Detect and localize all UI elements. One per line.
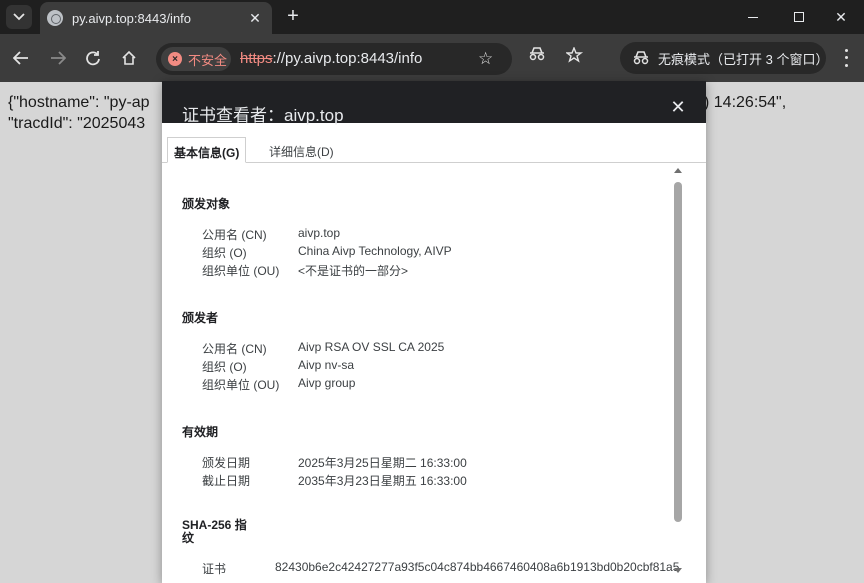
- issued-to-cn-label: 公用名 (CN): [202, 228, 267, 242]
- scrollbar-thumb[interactable]: [674, 182, 682, 522]
- issued-by-title: 颁发者: [182, 311, 219, 325]
- expires-date-value: 2035年3月23日星期五 16:33:00: [298, 474, 467, 488]
- sha256-cert-label: 证书: [202, 562, 227, 576]
- url-path: ://py.aivp.top:8443/info: [272, 50, 423, 67]
- forward-arrow-icon[interactable]: [46, 46, 70, 70]
- browser-tab[interactable]: py.aivp.top:8443/info ✕: [40, 2, 272, 34]
- issued-date-label: 颁发日期: [202, 456, 251, 470]
- issued-by-cn-label: 公用名 (CN): [202, 342, 267, 356]
- issued-to-ou-value: <不是证书的一部分>: [298, 264, 409, 278]
- json-text-line-1: {"hostname": "py-ap: [8, 94, 150, 111]
- json-text-line-2: "tracdId": "2025043: [8, 115, 146, 132]
- bookmarks-star-icon[interactable]: [564, 46, 584, 67]
- reload-icon[interactable]: [81, 46, 105, 70]
- maximize-icon: [794, 12, 804, 22]
- issued-to-ou-label: 组织单位 (OU): [202, 264, 280, 278]
- dialog-tabs: 基本信息(G) 详细信息(D): [162, 123, 706, 163]
- dialog-scrollbar[interactable]: [671, 164, 686, 583]
- incognito-indicator[interactable]: 无痕模式（已打开 3 个窗口）: [620, 42, 829, 74]
- menu-kebab-icon[interactable]: [838, 47, 854, 69]
- json-text-line-1-tail: ) 14:26:54",: [704, 94, 787, 111]
- issued-by-o-label: 组织 (O): [202, 360, 247, 374]
- globe-icon: [47, 10, 63, 26]
- validity-title: 有效期: [182, 425, 219, 439]
- not-secure-chip[interactable]: × 不安全: [161, 47, 231, 71]
- back-arrow-icon[interactable]: [9, 46, 33, 70]
- incognito-icon: [632, 51, 650, 65]
- scroll-up-arrow-icon[interactable]: [674, 168, 682, 173]
- incognito-mini-icon[interactable]: [528, 47, 546, 65]
- sha256-cert-value: 82430b6e2c42427277a93f5c04c874bb46674604…: [275, 560, 680, 574]
- certificate-viewer-dialog: 证书查看者：aivp.top ✕ 基本信息(G) 详细信息(D) 颁发对象 公用…: [162, 81, 706, 583]
- tab-details[interactable]: 详细信息(D): [263, 137, 340, 163]
- maximize-button[interactable]: [776, 0, 822, 34]
- minimize-button[interactable]: [730, 0, 776, 34]
- scroll-down-arrow-icon[interactable]: [674, 568, 682, 573]
- url-text[interactable]: https://py.aivp.top:8443/info: [240, 50, 422, 67]
- tab-title: py.aivp.top:8443/info: [72, 10, 192, 26]
- tab-general[interactable]: 基本信息(G): [167, 137, 247, 163]
- address-bar[interactable]: × 不安全 https://py.aivp.top:8443/info ☆: [156, 43, 512, 75]
- tab-search-chevron-icon[interactable]: [6, 5, 32, 29]
- toolbar: × 不安全 https://py.aivp.top:8443/info ☆ 无痕…: [0, 34, 864, 82]
- issued-date-value: 2025年3月25日星期二 16:33:00: [298, 456, 467, 470]
- expires-date-label: 截止日期: [202, 474, 251, 488]
- minimize-icon: [748, 16, 758, 18]
- dialog-close-icon[interactable]: ✕: [670, 97, 686, 117]
- sha256-title: SHA-256 指纹: [182, 518, 247, 545]
- warning-icon: ×: [168, 52, 182, 66]
- issued-to-cn-value: aivp.top: [298, 226, 341, 240]
- issued-by-cn-value: Aivp RSA OV SSL CA 2025: [298, 340, 445, 354]
- bookmark-star-icon[interactable]: ☆: [478, 49, 493, 69]
- issued-to-o-value: China Aivp Technology, AIVP: [298, 244, 452, 258]
- issued-by-ou-label: 组织单位 (OU): [202, 378, 280, 392]
- issued-to-title: 颁发对象: [182, 197, 231, 211]
- home-icon[interactable]: [117, 46, 141, 70]
- not-secure-label: 不安全: [188, 52, 228, 68]
- close-tab-icon[interactable]: ✕: [246, 9, 264, 27]
- issued-by-o-value: Aivp nv-sa: [298, 358, 355, 372]
- issued-to-o-label: 组织 (O): [202, 246, 247, 260]
- issued-by-ou-value: Aivp group: [298, 376, 356, 390]
- new-tab-button[interactable]: +: [282, 5, 304, 27]
- incognito-label: 无痕模式（已打开 3 个窗口）: [658, 51, 829, 67]
- window-close-button[interactable]: ✕: [818, 0, 864, 34]
- url-scheme: https: [240, 50, 273, 67]
- dialog-header: 证书查看者：aivp.top ✕: [162, 81, 706, 125]
- tab-strip: py.aivp.top:8443/info ✕ + ✕: [0, 0, 864, 34]
